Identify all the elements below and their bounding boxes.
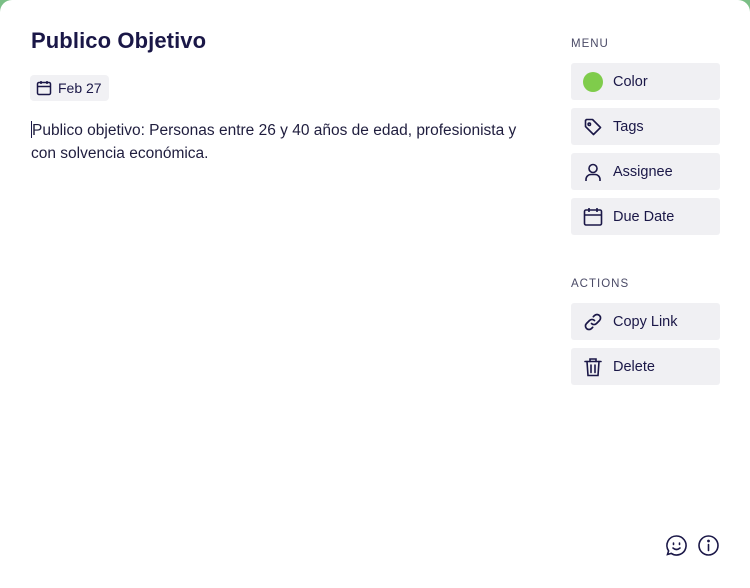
trash-icon [583, 357, 603, 377]
actions-section-label: ACTIONS [571, 278, 630, 290]
calendar-icon [583, 207, 603, 227]
card-dialog: Publico Objetivo Feb 27 Publico objetivo… [0, 0, 750, 588]
info-icon[interactable] [697, 534, 720, 557]
color-button[interactable]: Color [571, 63, 720, 100]
due-date-label: Feb 27 [58, 80, 102, 96]
tags-button[interactable]: Tags [571, 108, 720, 145]
color-button-label: Color [613, 73, 648, 90]
copy-link-button[interactable]: Copy Link [571, 303, 720, 340]
menu-section-label: MENU [571, 38, 609, 50]
due-date-button-label: Due Date [613, 208, 675, 225]
assignee-button[interactable]: Assignee [571, 153, 720, 190]
assignee-button-label: Assignee [613, 163, 673, 180]
copy-link-button-label: Copy Link [613, 313, 678, 330]
feedback-icon[interactable] [665, 534, 688, 557]
card-description[interactable]: Publico objetivo: Personas entre 26 y 40… [31, 119, 521, 165]
due-date-chip[interactable]: Feb 27 [30, 75, 109, 101]
footer-icons [665, 534, 720, 557]
color-dot-icon [583, 71, 603, 92]
card-description-text: Publico objetivo: Personas entre 26 y 40… [31, 122, 517, 162]
link-icon [583, 312, 603, 332]
user-icon [583, 162, 603, 182]
tags-button-label: Tags [613, 118, 644, 135]
calendar-icon [36, 80, 52, 96]
delete-button-label: Delete [613, 358, 655, 375]
card-panel: Publico Objetivo Feb 27 Publico objetivo… [0, 0, 750, 588]
delete-button[interactable]: Delete [571, 348, 720, 385]
due-date-button[interactable]: Due Date [571, 198, 720, 235]
tag-icon [583, 117, 603, 137]
card-title[interactable]: Publico Objetivo [31, 28, 206, 54]
